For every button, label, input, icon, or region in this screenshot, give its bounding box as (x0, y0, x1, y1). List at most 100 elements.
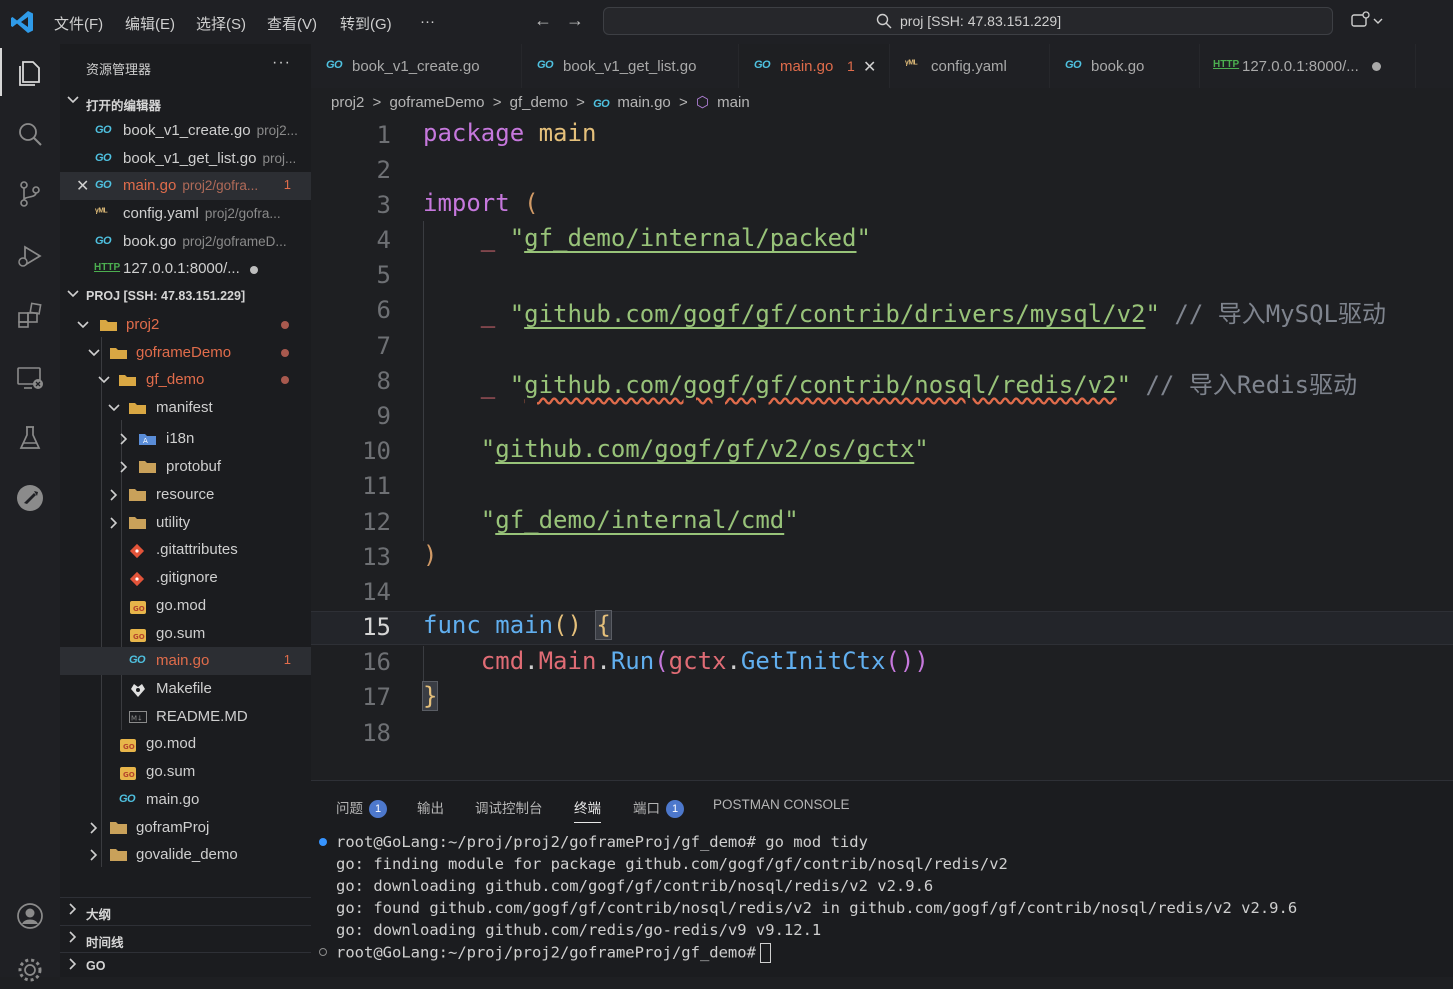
command-center-search[interactable]: proj [SSH: 47.83.151.229] (603, 7, 1333, 35)
chevron-down-icon (97, 373, 111, 391)
menu-view[interactable]: 查看(V) (267, 13, 317, 34)
nav-forward-icon[interactable]: → (566, 10, 584, 31)
settings-gear-icon[interactable] (14, 954, 46, 986)
import-path-token[interactable]: gf_demo/internal/packed (524, 224, 856, 252)
breadcrumb-item[interactable]: goframeDemo (389, 94, 484, 111)
timeline-header[interactable]: 时间线 (60, 925, 311, 952)
import-path-error-token[interactable]: github.com/gogf/gf/contrib/nosql/redis/v… (524, 371, 1116, 399)
close-icon[interactable]: ✕ (863, 57, 876, 77)
tree-folder-manifest[interactable]: manifest (60, 394, 311, 422)
menu-selection[interactable]: 选择(S) (196, 13, 246, 34)
panel-tab-debug-console[interactable]: 调试控制台 (475, 797, 543, 817)
code-line: "github.com/gogf/gf/v2/os/gctx" (423, 435, 929, 463)
account-icon[interactable] (14, 900, 46, 932)
breadcrumb-item[interactable]: main (717, 94, 750, 111)
tree-label: govalide_demo (136, 846, 238, 863)
quote-token: " (1116, 371, 1132, 399)
keyword-token: package (423, 119, 525, 147)
postman-icon[interactable] (14, 482, 46, 514)
paren-token: ( (524, 189, 539, 217)
go-file-icon: GO (95, 235, 112, 247)
chevron-down-icon (107, 401, 121, 419)
menu-file[interactable]: 文件(F) (54, 13, 103, 34)
explorer-sidebar: 资源管理器 ··· 打开的编辑器 GO book_v1_create.go pro… (60, 44, 311, 977)
panel-tab-postman-console[interactable]: POSTMAN CONSOLE (713, 797, 850, 812)
import-path-token[interactable]: github.com/gogf/gf/contrib/drivers/mysql… (524, 300, 1145, 328)
go-file-icon: GO (326, 59, 343, 71)
import-path-token[interactable]: github.com/gogf/gf/v2/os/gctx (495, 435, 914, 463)
tree-file-gosum-root[interactable]: GO go.sum (60, 758, 311, 786)
panel-tab-output[interactable]: 输出 (417, 797, 444, 817)
outline-header[interactable]: 大纲 (60, 897, 311, 924)
blank-identifier-token: _ (480, 224, 496, 252)
tree-file-readme[interactable]: M↓ README.MD (60, 703, 311, 731)
open-editor-item[interactable]: ᵞᴹᴸ config.yaml proj2/gofra... (60, 200, 311, 228)
open-editor-item-active[interactable]: ✕ GO main.go proj2/gofra... 1 (60, 172, 311, 200)
line-number: 3 (376, 191, 391, 219)
remote-explorer-icon[interactable] (14, 362, 46, 394)
open-editor-path: proj... (262, 151, 297, 166)
code-editor[interactable]: 1 2 3 4 5 6 7 8 9 10 11 12 13 14 15 16 1… (311, 116, 1453, 780)
breadcrumb-item[interactable]: main.go (617, 94, 670, 111)
search-icon[interactable] (14, 118, 46, 150)
close-icon[interactable]: ✕ (76, 176, 89, 196)
testing-icon[interactable] (14, 422, 46, 454)
tree-folder-proj2[interactable]: proj2 (60, 311, 311, 339)
panel-tab-terminal[interactable]: 终端 (574, 797, 601, 823)
function-call-token: GetInitCtx (740, 647, 886, 675)
tree-file-main-go-root[interactable]: GO main.go (60, 786, 311, 814)
tree-file-gitignore[interactable]: .gitignore (60, 564, 311, 592)
open-editor-item[interactable]: GO book_v1_get_list.go proj... (60, 145, 311, 173)
tree-folder-goframproj[interactable]: goframProj (60, 814, 311, 842)
tree-folder-resource[interactable]: resource (60, 481, 311, 509)
tab-book-v1-get-list[interactable]: GO book_v1_get_list.go (522, 44, 739, 88)
line-number: 5 (376, 261, 391, 289)
tree-file-gosum[interactable]: GO go.sum (60, 620, 311, 648)
gomod-file-icon: GO (129, 627, 147, 642)
tab-config-yaml[interactable]: ᵞᴹᴸ config.yaml (890, 44, 1050, 88)
tree-folder-protobuf[interactable]: protobuf (60, 453, 311, 481)
open-editor-item[interactable]: GO book_v1_create.go proj2... (60, 117, 311, 145)
open-editor-item[interactable]: GO book.go proj2/goframeD... (60, 228, 311, 256)
tree-folder-govalide-demo[interactable]: govalide_demo (60, 841, 311, 869)
tree-file-main-go[interactable]: GO main.go 1 (60, 647, 311, 675)
tree-folder-gf-demo[interactable]: gf_demo (60, 366, 311, 394)
terminal-line: go: downloading github.com/gogf/gf/contr… (336, 877, 934, 895)
breadcrumb-item[interactable]: proj2 (331, 94, 364, 111)
sidebar-more-actions[interactable]: ··· (272, 54, 291, 72)
tree-folder-utility[interactable]: utility (60, 509, 311, 537)
tree-folder-i18n[interactable]: A i18n (60, 425, 311, 453)
menu-edit[interactable]: 编辑(E) (125, 13, 175, 34)
open-editor-item[interactable]: HTTP 127.0.0.1:8000/... (60, 255, 311, 283)
tree-label: i18n (166, 430, 195, 447)
tree-file-makefile[interactable]: Makefile (60, 675, 311, 703)
project-header[interactable]: PROJ [SSH: 47.83.151.229] (60, 283, 311, 309)
open-editors-header[interactable]: 打开的编辑器 (60, 89, 311, 115)
tree-file-gomod[interactable]: GO go.mod (60, 592, 311, 620)
line-number: 8 (376, 367, 391, 395)
panel-tab-ports[interactable]: 端口 1 (633, 797, 684, 819)
go-section-header[interactable]: GO (60, 952, 311, 979)
copilot-menu-icon[interactable] (1350, 11, 1386, 31)
extensions-icon[interactable] (14, 300, 46, 332)
tree-label: README.MD (156, 708, 248, 725)
import-path-token[interactable]: gf_demo/internal/cmd (495, 506, 784, 534)
tree-file-gomod-root[interactable]: GO go.mod (60, 730, 311, 758)
modified-dot-icon (281, 376, 289, 384)
line-number: 6 (376, 296, 391, 324)
tab-main-go[interactable]: GO main.go 1 ✕ (739, 44, 890, 88)
tab-book-go[interactable]: GO book.go (1050, 44, 1200, 88)
explorer-icon[interactable] (0, 48, 46, 96)
tree-file-gitattributes[interactable]: .gitattributes (60, 536, 311, 564)
tab-book-v1-create[interactable]: GO book_v1_create.go (311, 44, 522, 88)
nav-back-icon[interactable]: ← (534, 10, 552, 31)
chevron-down-icon (87, 346, 101, 364)
panel-tab-problems[interactable]: 问题 1 (336, 797, 387, 819)
menu-go[interactable]: 转到(G) (340, 13, 392, 34)
breadcrumb-item[interactable]: gf_demo (510, 94, 568, 111)
source-control-icon[interactable] (14, 178, 46, 210)
tab-http-request[interactable]: HTTP 127.0.0.1:8000/... (1200, 44, 1416, 88)
tree-folder-goframedemo[interactable]: goframeDemo (60, 339, 311, 367)
run-debug-icon[interactable] (14, 240, 46, 272)
menu-more[interactable]: ··· (420, 13, 435, 30)
